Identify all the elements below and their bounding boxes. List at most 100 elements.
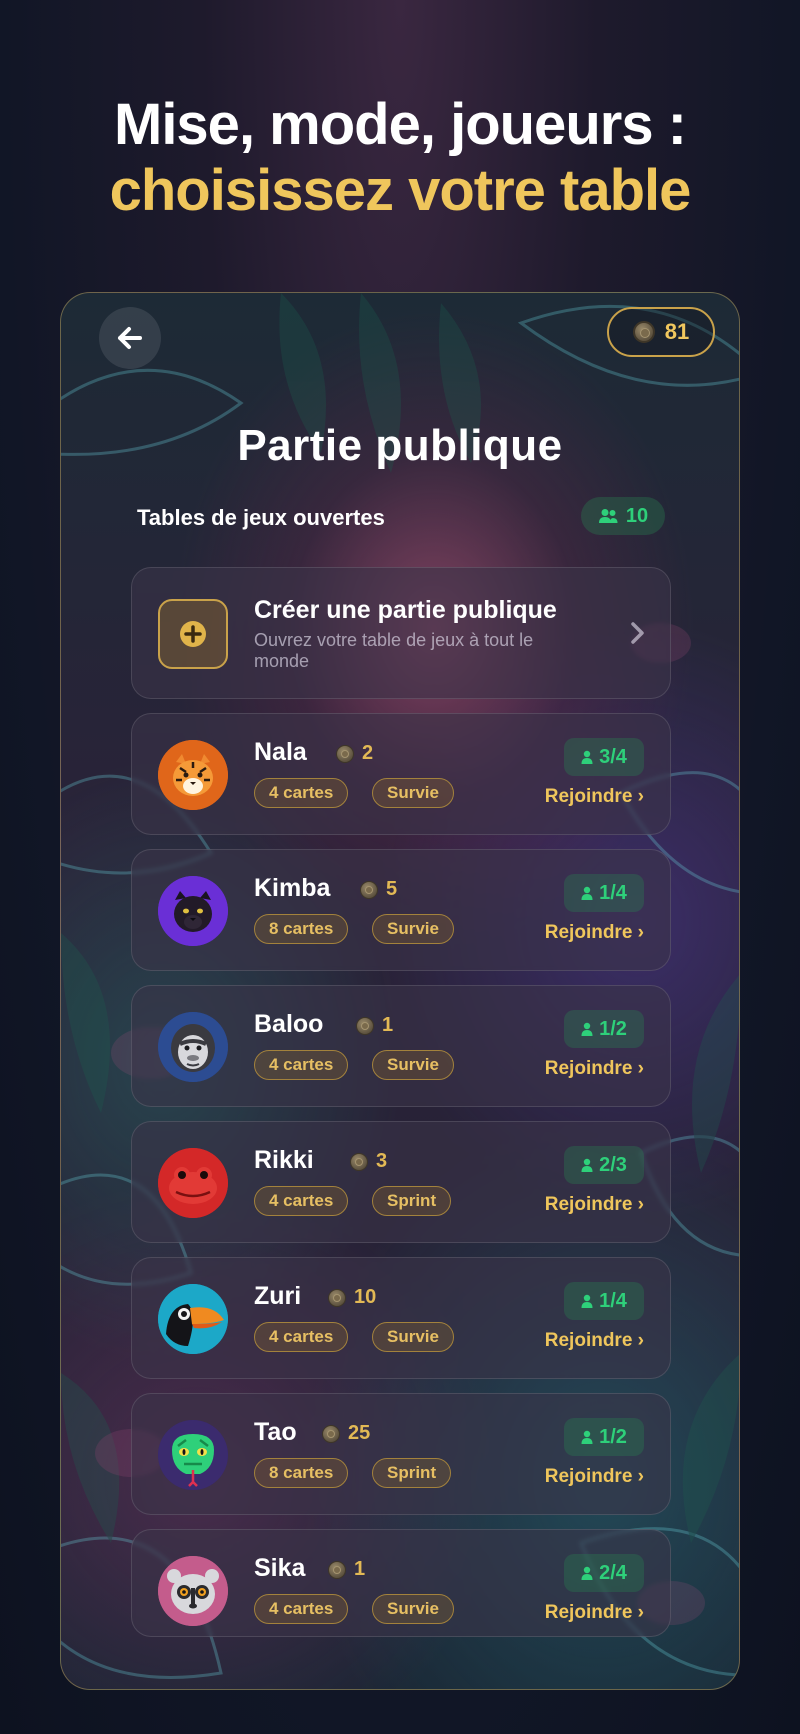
create-icon-box [158,599,228,669]
table-bet: 5 [360,878,397,901]
table-bet: 25 [322,1422,370,1445]
page-title: Partie publique [237,421,563,470]
cards-tag: 4 cartes [254,1050,349,1080]
players-badge: 1/2 [564,1418,644,1456]
table-host-name: Rikki [254,1146,314,1174]
mode-tag: Survie [372,1322,454,1352]
coin-icon [328,1288,346,1307]
mode-tag: Survie [372,914,454,944]
table-bet: 1 [328,1558,365,1581]
coin-icon [356,1016,374,1035]
gorilla-icon [158,1012,228,1082]
mode-tag: Sprint [372,1186,452,1216]
join-button[interactable]: Rejoindre › [545,786,644,808]
app-screen: 81 Partie publique Tables de jeux ouvert… [60,292,740,1690]
players-badge: 2/4 [564,1554,644,1592]
headline-line-2: choisissez votre table [109,158,692,223]
create-public-game-card[interactable]: Créer une partie publique Ouvrez votre t… [131,567,671,699]
join-button[interactable]: Rejoindre › [545,1330,644,1352]
open-tables-count: 10 [625,504,649,527]
players-badge: 1/2 [564,1010,644,1048]
table-bet: 2 [336,742,373,765]
players-badge: 2/3 [564,1146,644,1184]
cards-tag: 4 cartes [254,1594,349,1624]
create-subtitle: Ouvrez votre table de jeux à tout le mon… [254,630,534,671]
tiger-icon [158,740,228,810]
user-icon [581,750,593,764]
user-icon [581,1566,593,1580]
section-label: Tables de jeux ouvertes [137,505,385,530]
players-count: 1/4 [599,1289,627,1312]
create-title: Créer une partie publique [254,596,557,624]
table-bet-value: 3 [376,1150,388,1172]
panther-icon [158,876,228,946]
arrow-left-icon [118,327,142,349]
user-icon [581,886,593,900]
coin-icon [632,321,655,343]
table-card[interactable]: Tao 25 8 cartes Sprint 1/2 Rejoindre › [131,1393,671,1515]
table-host-name: Nala [254,738,307,766]
join-button[interactable]: Rejoindre › [545,1602,644,1624]
coin-icon [336,744,354,763]
players-count: 2/4 [599,1561,627,1584]
table-host-name: Zuri [254,1282,302,1310]
cards-tag: 8 cartes [254,1458,349,1488]
table-card[interactable]: Nala 2 4 cartes Survie 3/4 Rejoindre › [131,713,671,835]
plus-circle-icon [180,621,206,647]
users-icon [598,509,618,523]
cards-tag: 4 cartes [254,778,349,808]
table-card[interactable]: Sika 1 4 cartes Survie 2/4 Rejoindre › [131,1529,671,1637]
players-badge: 1/4 [564,1282,644,1320]
table-host-name: Sika [254,1554,306,1582]
user-icon [581,1430,593,1444]
user-icon [581,1158,593,1172]
open-tables-count-badge: 10 [581,497,665,535]
coin-balance-value: 81 [664,319,690,344]
toucan-icon [158,1284,228,1354]
table-bet: 1 [356,1014,393,1037]
coin-icon [322,1424,340,1443]
players-badge: 3/4 [564,738,644,776]
table-bet-value: 25 [348,1422,371,1444]
table-host-name: Tao [254,1418,297,1446]
table-bet-value: 5 [386,878,398,900]
mode-tag: Survie [372,778,454,808]
table-host-name: Kimba [254,874,331,902]
table-host-name: Baloo [254,1010,324,1038]
mode-tag: Survie [372,1594,454,1624]
join-button[interactable]: Rejoindre › [545,1466,644,1488]
players-count: 2/3 [599,1153,627,1176]
cards-tag: 4 cartes [254,1322,349,1352]
coin-icon [350,1152,368,1171]
players-count: 1/4 [599,881,627,904]
user-icon [581,1022,593,1036]
table-card[interactable]: Rikki 3 4 cartes Sprint 2/3 Rejoindre › [131,1121,671,1243]
table-bet-value: 1 [354,1558,366,1580]
table-bet-value: 1 [382,1014,394,1036]
frog-icon [158,1148,228,1218]
mode-tag: Survie [372,1050,454,1080]
players-count: 1/2 [599,1017,627,1040]
coin-icon [360,880,378,899]
table-card[interactable]: Kimba 5 8 cartes Survie 1/4 Rejoindre › [131,849,671,971]
join-button[interactable]: Rejoindre › [545,1058,644,1080]
players-badge: 1/4 [564,874,644,912]
table-bet: 3 [350,1150,387,1173]
table-bet-value: 10 [354,1286,377,1308]
headline-line-1: Mise, mode, joueurs : [114,92,687,157]
snake-icon [158,1420,228,1490]
headline: Mise, mode, joueurs : choisissez votre t… [0,92,800,224]
mode-tag: Sprint [372,1458,452,1488]
coin-balance[interactable]: 81 [607,307,715,357]
table-card[interactable]: Zuri 10 4 cartes Survie 1/4 Rejoindre › [131,1257,671,1379]
join-button[interactable]: Rejoindre › [545,1194,644,1216]
players-count: 1/2 [599,1425,627,1448]
table-card[interactable]: Baloo 1 4 cartes Survie 1/2 Rejoindre › [131,985,671,1107]
lemur-icon [158,1556,228,1626]
user-icon [581,1294,593,1308]
chevron-right-icon [631,622,644,644]
table-bet: 10 [328,1286,376,1309]
join-button[interactable]: Rejoindre › [545,922,644,944]
players-count: 3/4 [599,745,627,768]
back-button[interactable] [99,307,161,369]
